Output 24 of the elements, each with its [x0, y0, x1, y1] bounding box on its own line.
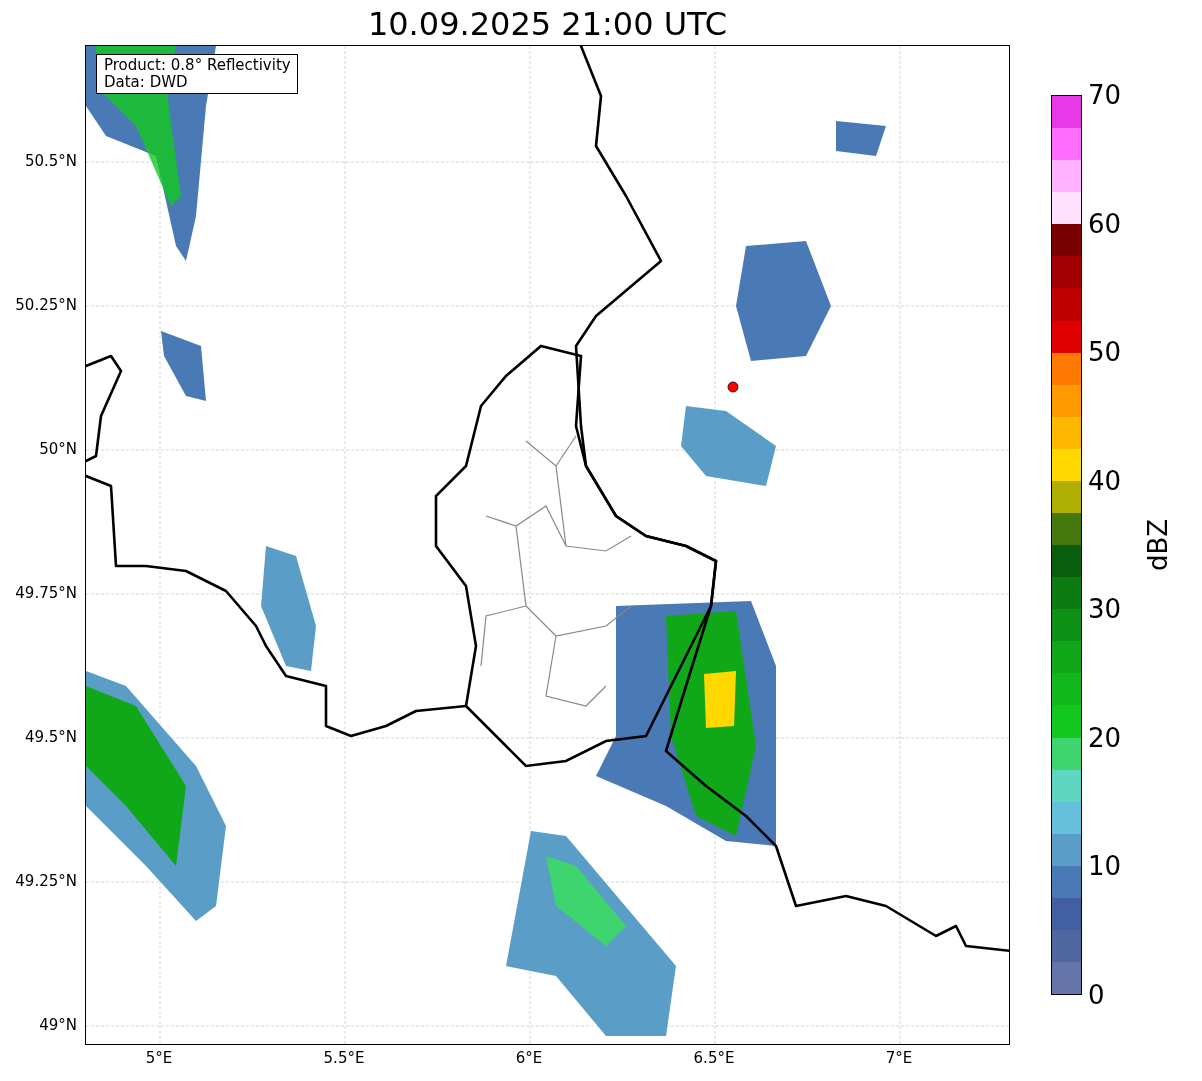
- axis-tick-label: 7°E: [885, 1049, 913, 1067]
- axis-tick-label: 49.25°N: [15, 873, 77, 889]
- info-text: Product: 0.8° Reflectivity: [104, 57, 291, 74]
- axis-tick-label: 49.5°N: [24, 729, 77, 745]
- colorbar-label: dBZ: [1145, 518, 1171, 572]
- colorbar-tick-label: 0: [1088, 982, 1105, 1008]
- info-text: Data: DWD: [104, 74, 189, 91]
- colorbar-tick-label: 50: [1088, 339, 1122, 366]
- colorbar-tick-label: 10: [1088, 853, 1122, 880]
- axis-tick-label: 5.5°E: [323, 1049, 365, 1067]
- colorbar-tick-label: 70: [1088, 82, 1122, 108]
- axis-tick-label: 5°E: [145, 1049, 173, 1067]
- chart-title: 10.09.2025 21:00 UTC: [366, 4, 729, 45]
- axis-tick-label: 50.25°N: [15, 297, 77, 313]
- axis-tick-label: 50.5°N: [24, 153, 77, 169]
- axis-tick-label: 50°N: [39, 441, 77, 457]
- axis-tick-label: 49°N: [39, 1017, 77, 1033]
- colorbar-tick-label: 30: [1088, 596, 1122, 623]
- colorbar-tick-label: 60: [1088, 210, 1122, 237]
- axis-tick-label: 6°E: [515, 1049, 543, 1067]
- axis-tick-label: 6.5°E: [693, 1049, 735, 1067]
- axis-tick-label: 49.75°N: [15, 585, 77, 601]
- colorbar-tick-label: 20: [1088, 724, 1122, 751]
- colorbar-tick-label: 40: [1088, 467, 1122, 494]
